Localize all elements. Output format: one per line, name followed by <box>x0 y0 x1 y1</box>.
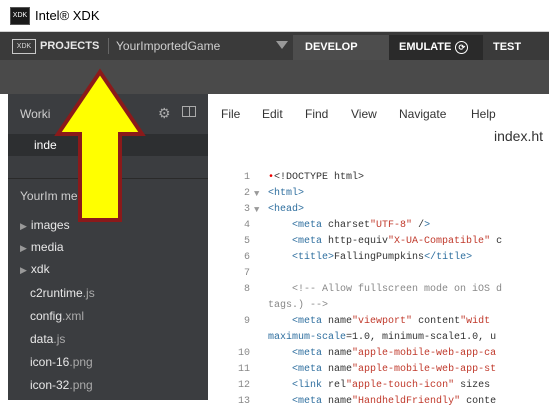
caret-right-icon: ▶ <box>20 243 27 253</box>
code-text: •<!DOCTYPE html> <box>268 172 365 183</box>
toolbar-separator <box>108 38 109 54</box>
menu-edit[interactable]: Edit <box>262 107 283 121</box>
code-area[interactable]: 1 •<!DOCTYPE html> 2 ▼ <html> 3 ▼ <head> 4 <meta… <box>208 170 549 407</box>
tab-develop[interactable]: DEVELOP <box>293 35 389 60</box>
code-text: <title>FallingPumpkins</title> <box>292 252 473 263</box>
xdk-logo-icon: XDK <box>10 7 30 25</box>
tab-emulate-label: EMULATE <box>399 41 452 53</box>
fold-icon[interactable]: ▼ <box>254 186 259 202</box>
file-item[interactable]: icon-32.png <box>30 374 93 396</box>
code-text: <meta charset"UTF-8" /> <box>292 220 431 231</box>
file-ext: .png <box>69 355 93 369</box>
file-tab[interactable]: index.ht <box>494 128 543 144</box>
project-selector[interactable]: YourImportedGame <box>116 39 220 53</box>
file-ext: .png <box>69 378 93 392</box>
file-name: config <box>30 309 63 323</box>
line-number: 11 <box>237 364 250 375</box>
window-title: Intel® XDK <box>35 8 100 23</box>
folder-label: xdk <box>30 262 50 276</box>
file-name: data <box>30 332 54 346</box>
main-toolbar: XDK PROJECTS YourImportedGame DEVELOP EM… <box>0 32 549 60</box>
code-text: tags.) --> <box>268 300 329 311</box>
line-number: 3 <box>243 204 250 215</box>
line-number: 7 <box>243 268 250 279</box>
menu-find[interactable]: Find <box>305 107 328 121</box>
line-number: 1 <box>243 172 250 183</box>
menu-navigate[interactable]: Navigate <box>399 107 446 121</box>
file-ext: .js <box>82 286 95 300</box>
file-ext: .js <box>53 332 66 346</box>
line-number: 13 <box>237 396 250 407</box>
code-text: maximum-scale=1.0, minimum-scale1.0, u <box>268 332 497 343</box>
menu-help[interactable]: Help <box>471 107 496 121</box>
file-name: icon-32 <box>30 378 70 392</box>
folder-media[interactable]: ▶ media <box>20 236 64 258</box>
dropdown-arrow-icon[interactable] <box>276 41 288 49</box>
file-name: c2runtime <box>30 286 83 300</box>
menu-file[interactable]: File <box>221 107 240 121</box>
line-number: 2 <box>243 188 250 199</box>
tab-test[interactable]: TEST <box>483 35 549 60</box>
line-number: 4 <box>243 220 250 231</box>
file-item[interactable]: c2runtime.js <box>30 282 95 304</box>
line-number: 6 <box>243 252 250 263</box>
code-text: <meta name"viewport" content"widt <box>292 316 491 327</box>
code-text: <meta http-equiv"X-UA-Compatible" c <box>292 236 503 247</box>
code-text: <head> <box>268 204 305 215</box>
file-item[interactable]: icon-16.png <box>30 351 93 373</box>
up-arrow-annotation <box>54 68 146 222</box>
split-view-icon[interactable] <box>182 106 196 117</box>
folder-xdk[interactable]: ▶ xdk <box>20 258 50 280</box>
menu-view[interactable]: View <box>351 107 377 121</box>
code-text: <link rel"apple-touch-icon" sizes <box>292 380 491 391</box>
code-text: <html> <box>268 188 305 199</box>
projects-button[interactable]: XDK PROJECTS <box>12 37 99 55</box>
code-editor[interactable]: File Edit Find View Navigate Help index.… <box>208 94 549 407</box>
code-text: <meta name"apple-mobile-web-app-ca <box>292 348 497 359</box>
fold-icon[interactable]: ▼ <box>254 202 259 218</box>
projects-label: PROJECTS <box>40 40 100 52</box>
gear-icon[interactable]: ⚙ <box>158 105 171 122</box>
code-text: <meta name"HandheldFriendly" conte <box>292 396 497 407</box>
caret-right-icon: ▶ <box>20 221 27 231</box>
working-files-label: Worki <box>20 107 51 121</box>
line-number: 12 <box>237 380 250 391</box>
line-number: 9 <box>243 316 250 327</box>
tab-emulate[interactable]: EMULATE ⟳ <box>389 35 483 60</box>
line-number: 5 <box>243 236 250 247</box>
caret-right-icon: ▶ <box>20 265 27 275</box>
line-number: 10 <box>237 348 250 359</box>
file-item[interactable]: data.js <box>30 328 65 350</box>
title-bar: XDK Intel® XDK <box>0 0 549 32</box>
file-name: icon-16 <box>30 355 70 369</box>
file-ext: .xml <box>62 309 85 323</box>
code-text: <!-- Allow fullscreen mode on iOS d <box>268 284 503 295</box>
code-text: <meta name"apple-mobile-web-app-st <box>292 364 497 375</box>
projects-icon: XDK <box>12 38 36 54</box>
file-item[interactable]: config.xml <box>30 305 84 327</box>
line-number: 8 <box>243 284 250 295</box>
folder-label: media <box>30 240 64 254</box>
emulate-refresh-icon: ⟳ <box>455 40 469 54</box>
